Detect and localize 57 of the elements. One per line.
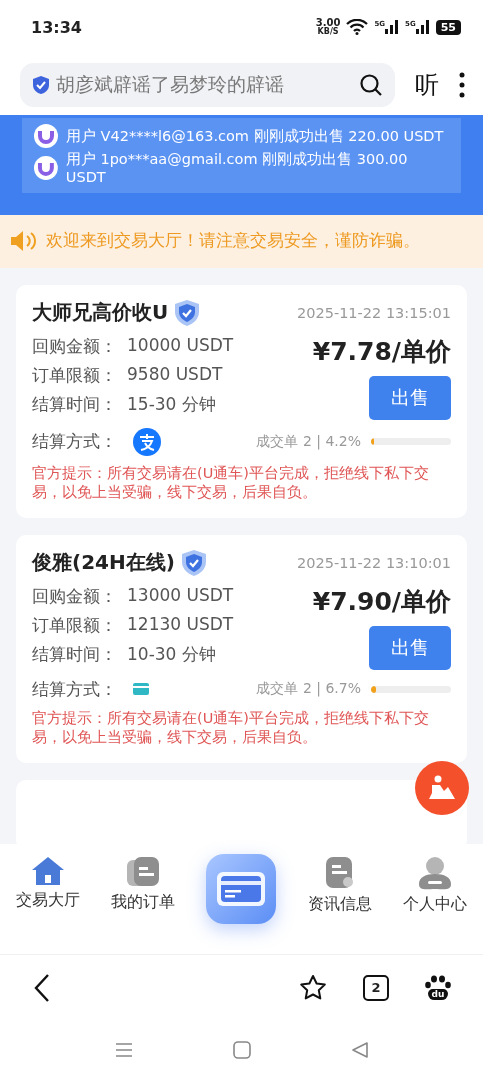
avatar-icon <box>34 124 58 149</box>
unit-price: ¥7.90/单价 <box>312 585 451 618</box>
search-icon[interactable] <box>359 72 383 97</box>
network-speed: 3.00 KB/S <box>315 18 341 37</box>
sell-button[interactable]: 出售 <box>369 375 451 420</box>
more-icon[interactable] <box>459 71 465 98</box>
deal-stats: 成交单 2 | 4.2% <box>256 432 361 451</box>
tab-item[interactable]: 资讯信息 <box>307 856 372 916</box>
ticker-text: 用户 V42****l6@163.com 刚刚成功出售 220.00 USDT <box>66 127 444 146</box>
unit-price: ¥7.78/单价 <box>312 335 451 368</box>
back-icon[interactable] <box>34 973 50 1002</box>
field-label: 订单限额： <box>32 613 117 637</box>
field-value: 9580 USDT <box>127 363 223 386</box>
field-label: 结算方式： <box>32 677 117 701</box>
document-icon <box>126 856 161 889</box>
back-triangle-icon[interactable] <box>350 1041 369 1059</box>
house-icon <box>30 856 65 887</box>
listen-button[interactable]: 听 <box>415 68 439 101</box>
field-label: 结算时间： <box>32 392 117 416</box>
deal-stats: 成交单 2 | 6.7% <box>256 680 361 699</box>
battery-indicator: 55 <box>435 19 461 35</box>
shield-icon <box>32 74 50 95</box>
field-label: 回购金额： <box>32 334 117 358</box>
baidu-button[interactable]: du <box>425 975 451 1001</box>
offer-time: 2025-11-22 13:15:01 <box>297 304 451 321</box>
field-label: 回购金额： <box>32 584 117 608</box>
user-icon <box>418 856 453 891</box>
avatar-icon <box>34 156 58 181</box>
field-value: 10000 USDT <box>127 334 234 357</box>
sell-button[interactable]: 出售 <box>369 625 451 670</box>
tab-count-button[interactable]: 2 <box>363 974 389 1001</box>
field-label: 订单限额： <box>32 363 117 387</box>
wifi-icon <box>346 19 369 36</box>
status-time: 13:34 <box>31 17 82 37</box>
center-card-button[interactable] <box>206 854 277 925</box>
card-icon <box>216 871 267 908</box>
field-value: 15-30 分钟 <box>127 392 216 416</box>
star-icon[interactable] <box>299 974 327 1002</box>
field-value: 10-30 分钟 <box>127 642 216 666</box>
speaker-icon <box>10 230 38 253</box>
home-icon[interactable] <box>232 1041 251 1059</box>
search-field[interactable]: 胡彦斌辟谣了易梦玲的辟谣 <box>20 62 395 107</box>
tab-item[interactable]: 我的订单 <box>111 856 176 914</box>
field-label: 结算时间： <box>32 642 117 666</box>
warning-text: 官方提示：所有交易请在(U通车)平台完成，拒绝线下私下交易，以免上当受骗，线下交易，后果自负。 <box>32 708 430 747</box>
tab-item[interactable]: 交易大厅 <box>15 856 80 912</box>
merchant-name: 俊雅(24H在线) <box>32 549 175 577</box>
field-label: 结算方式： <box>32 430 117 454</box>
offer-time: 2025-11-22 13:10:01 <box>297 554 451 571</box>
warning-text: 官方提示：所有交易请在(U通车)平台完成，拒绝线下私下交易，以免上当受骗，线下交易，后果自负。 <box>32 463 430 502</box>
ticker-text: 用户 1po***aa@gmail.com 刚刚成功出售 300.00 USDT <box>65 150 409 187</box>
merchant-name: 大师兄高价收U <box>32 299 169 327</box>
tab-item[interactable]: 个人中心 <box>403 856 468 916</box>
field-value: 12130 USDT <box>127 613 234 636</box>
menu-icon[interactable] <box>114 1042 133 1058</box>
notice-text: 欢迎来到交易大厅！请注意交易安全，谨防诈骗。 <box>46 230 420 253</box>
field-value: 13000 USDT <box>127 584 234 607</box>
